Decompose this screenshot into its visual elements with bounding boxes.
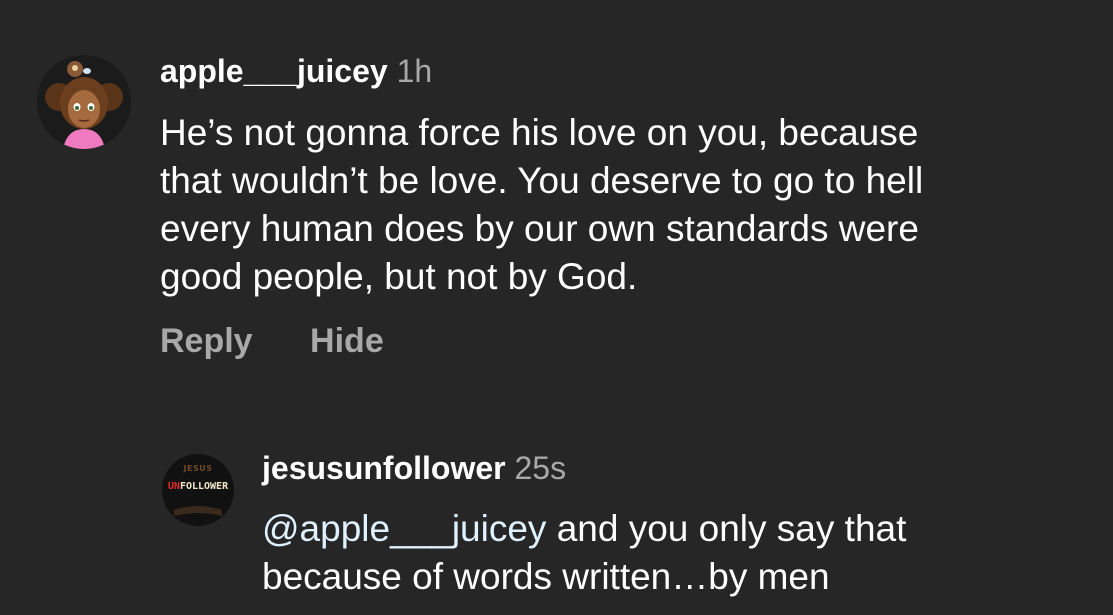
comment-header: apple___juicey 1h xyxy=(160,53,432,90)
avatar[interactable]: JESUS UNFOLLOWER xyxy=(162,454,234,526)
mention-link[interactable]: @apple___juicey xyxy=(262,508,546,549)
avatar-logo-suffix: FOLLOWER xyxy=(179,481,229,492)
comment-header: jesusunfollower 25s xyxy=(262,450,566,487)
avatar-logo-prefix: UN xyxy=(167,481,180,492)
avatar[interactable] xyxy=(37,55,131,149)
username[interactable]: jesusunfollower xyxy=(262,450,506,486)
hide-button[interactable]: Hide xyxy=(310,322,384,360)
timestamp: 25s xyxy=(514,450,567,486)
reply-button[interactable]: Reply xyxy=(160,322,253,360)
avatar-logo-main: UNFOLLOWER xyxy=(162,481,234,492)
username[interactable]: apple___juicey xyxy=(160,53,388,89)
avatar-logo-top: JESUS xyxy=(183,464,213,473)
comment-text: He’s not gonna force his love on you, be… xyxy=(160,112,924,297)
timestamp: 1h xyxy=(396,53,433,89)
avatar-illustration xyxy=(37,55,131,149)
comment-text: @apple___juicey and you only say that be… xyxy=(262,505,1082,601)
comment-actions: Reply Hide xyxy=(160,322,384,361)
